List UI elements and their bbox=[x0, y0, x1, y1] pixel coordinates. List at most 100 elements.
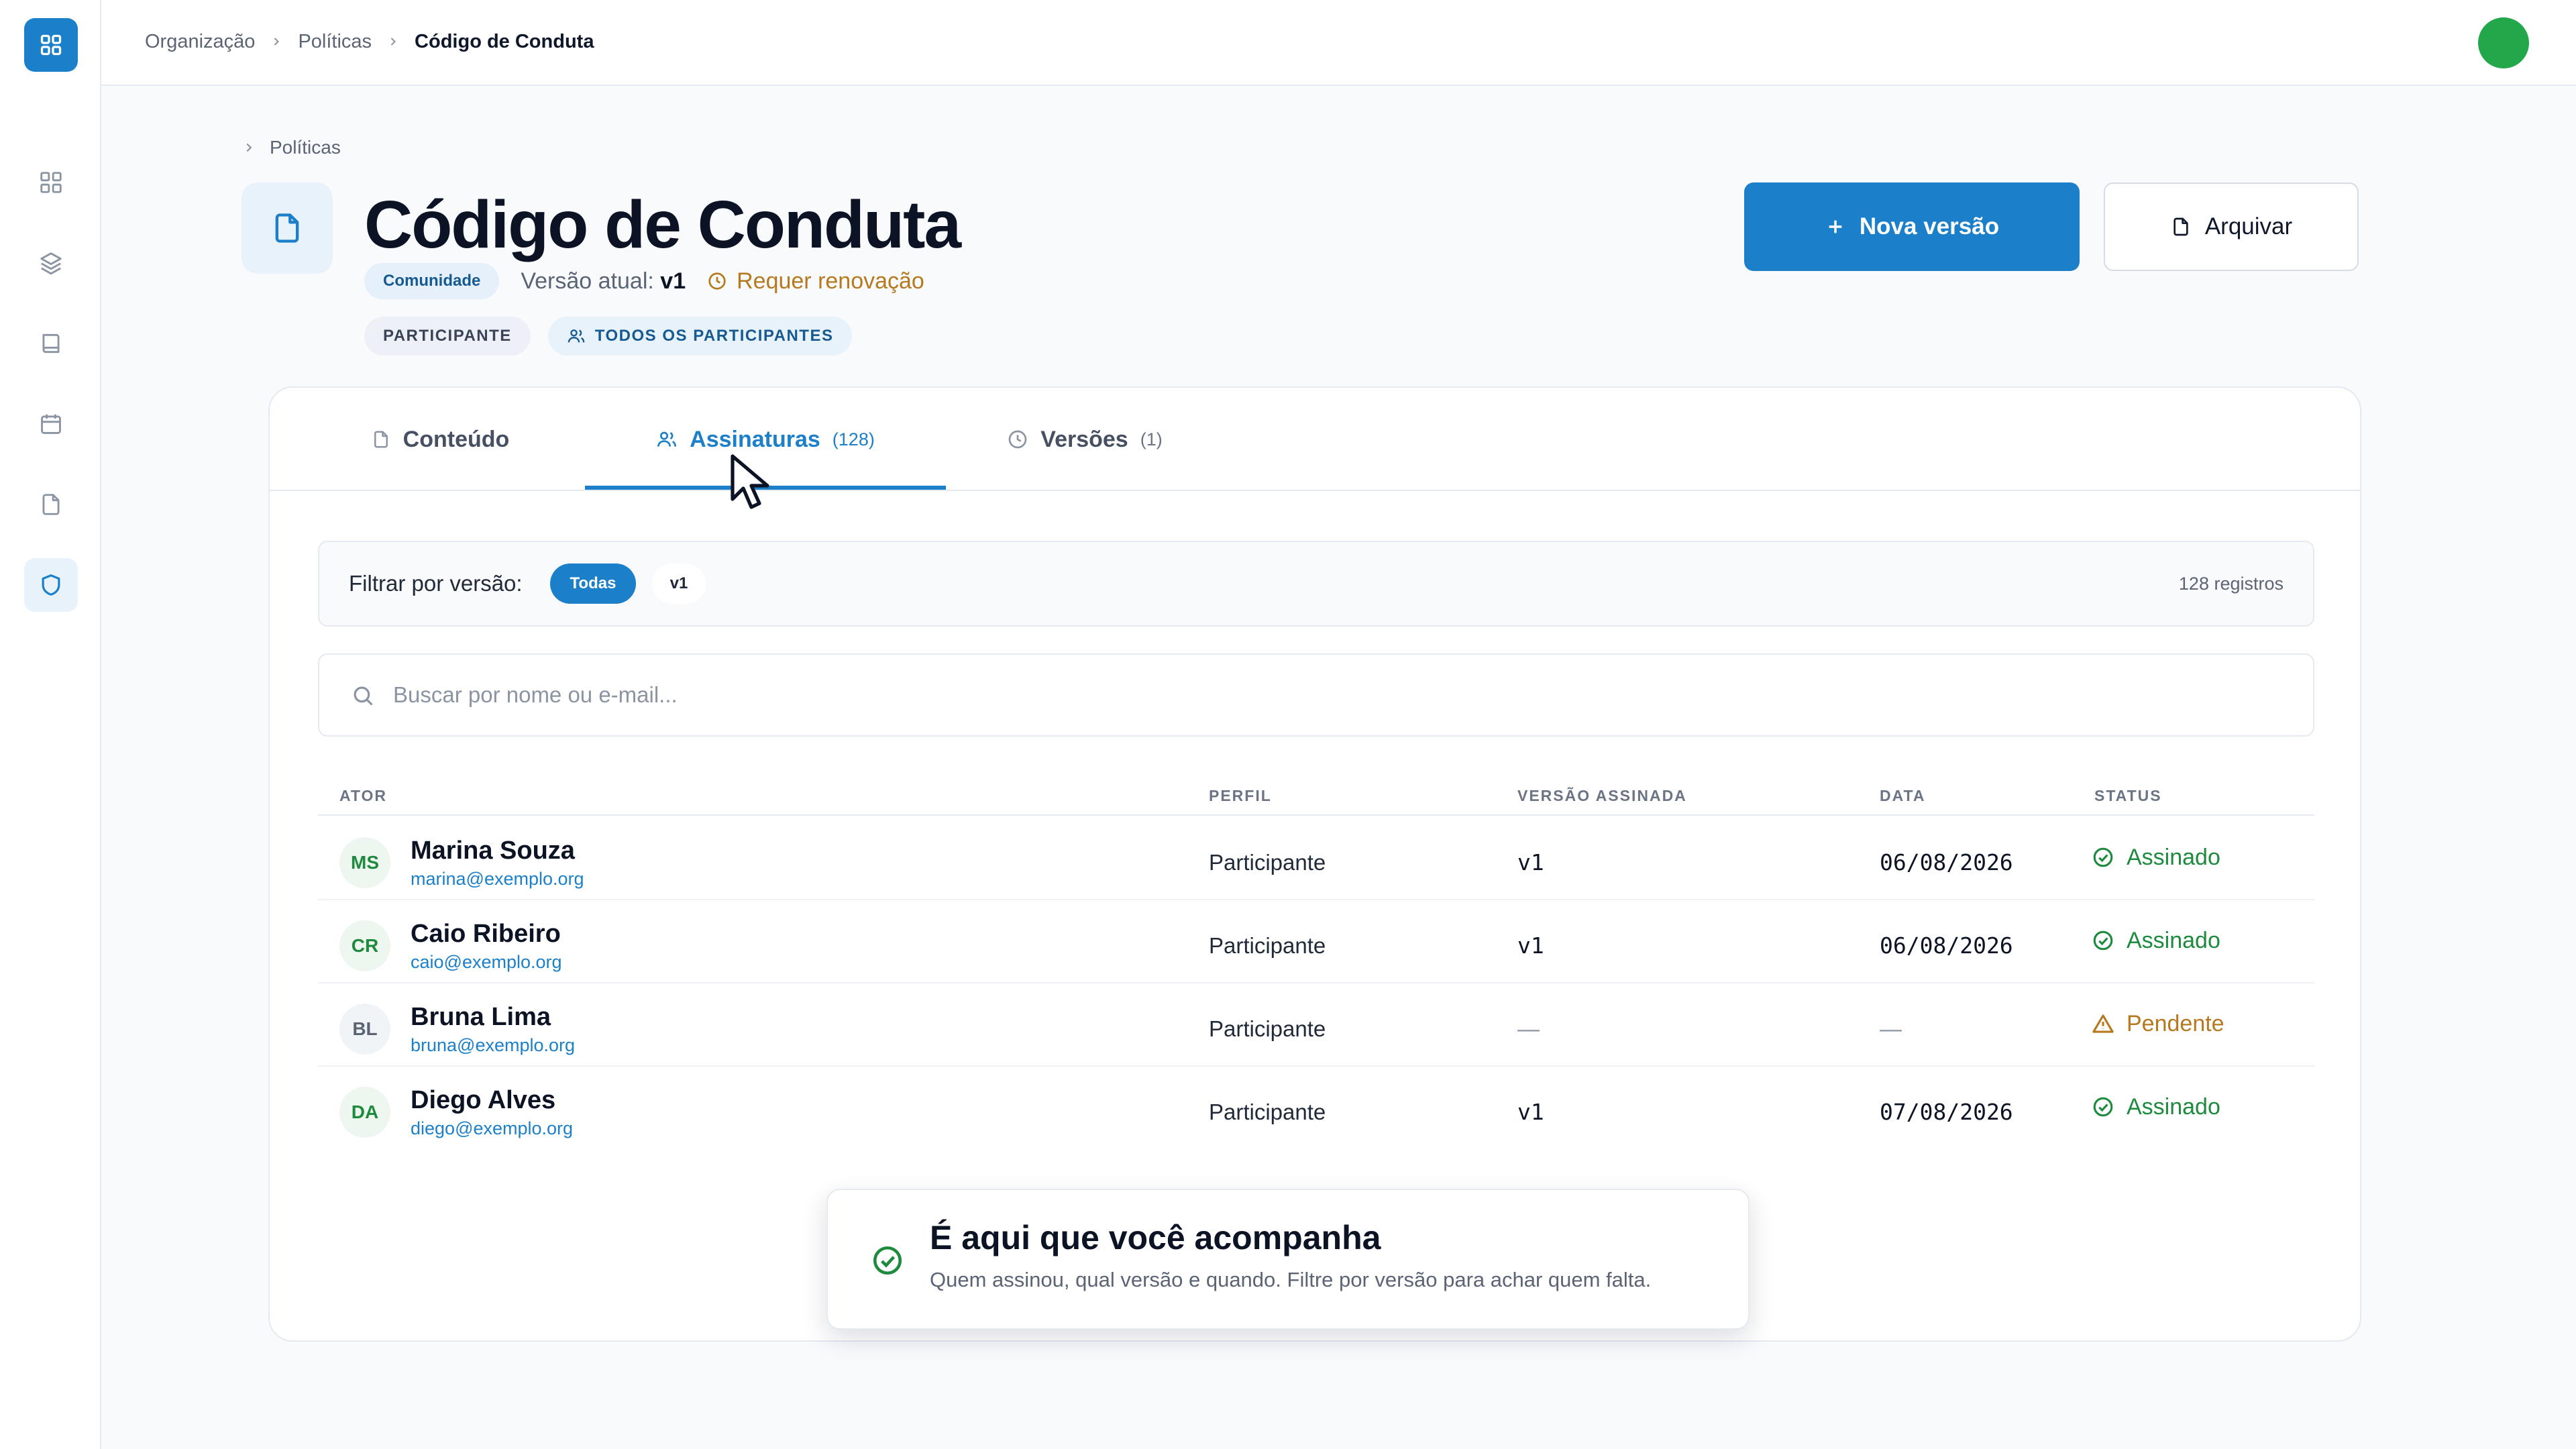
apps-grid-icon bbox=[40, 34, 62, 56]
back-breadcrumb-label: Políticas bbox=[270, 137, 341, 158]
users-icon bbox=[657, 431, 677, 447]
table-row[interactable]: MS Marina Souza marina@exemplo.org Parti… bbox=[318, 817, 2314, 900]
grid-icon bbox=[40, 172, 62, 193]
sidebar-item-layers[interactable] bbox=[24, 236, 78, 290]
app-launcher-button[interactable] bbox=[24, 18, 78, 72]
new-version-label: Nova versão bbox=[1859, 213, 2000, 239]
audience-tag-label: TODOS OS PARTICIPANTES bbox=[594, 327, 834, 345]
signed-date: 07/08/2026 bbox=[1880, 1099, 2013, 1125]
mouse-cursor-icon bbox=[731, 454, 769, 509]
signed-version: — bbox=[1517, 1016, 1540, 1041]
tab-signatures-count: (128) bbox=[832, 429, 875, 449]
sidebar-item-dashboard[interactable] bbox=[24, 156, 78, 209]
actor-email[interactable]: bruna@exemplo.org bbox=[411, 1034, 575, 1056]
toast-message: Quem assinou, qual versão e quando. Filt… bbox=[930, 1268, 1652, 1291]
check-circle-icon bbox=[2093, 930, 2113, 951]
filter-option-v1[interactable]: v1 bbox=[652, 564, 706, 604]
tab-signatures-label: Assinaturas bbox=[690, 426, 820, 452]
breadcrumb-organization[interactable]: Organização bbox=[145, 31, 255, 53]
tab-content[interactable]: Conteúdo bbox=[339, 388, 541, 491]
archive-button[interactable]: Arquivar bbox=[2104, 182, 2359, 271]
signed-date: 06/08/2026 bbox=[1880, 849, 2013, 875]
current-version-value: v1 bbox=[660, 268, 686, 294]
user-avatar[interactable] bbox=[2478, 17, 2529, 68]
plus-icon bbox=[1829, 220, 1842, 233]
document-icon bbox=[42, 494, 60, 515]
document-icon bbox=[374, 431, 388, 448]
community-chip: Comunidade bbox=[364, 263, 500, 299]
actor-email[interactable]: marina@exemplo.org bbox=[411, 868, 584, 890]
signed-date: — bbox=[1880, 1016, 1902, 1041]
signed-date: 06/08/2026 bbox=[1880, 932, 2013, 959]
actor-avatar: BL bbox=[339, 1004, 390, 1055]
new-version-button[interactable]: Nova versão bbox=[1744, 182, 2080, 271]
toast-title: É aqui que você acompanha bbox=[930, 1219, 1381, 1256]
status-label: Assinado bbox=[2127, 844, 2220, 870]
actor-avatar: CR bbox=[339, 920, 390, 971]
actor-profile: Participante bbox=[1209, 1016, 1326, 1041]
actor-name: Diego Alves bbox=[411, 1086, 556, 1114]
breadcrumb: Organização Políticas Código de Conduta bbox=[145, 0, 594, 83]
tab-content-label: Conteúdo bbox=[402, 426, 510, 452]
book-icon bbox=[42, 333, 60, 354]
signed-version: v1 bbox=[1517, 932, 1544, 959]
sidebar-item-documents[interactable] bbox=[24, 478, 78, 531]
actor-email[interactable]: caio@exemplo.org bbox=[411, 951, 562, 973]
back-breadcrumb[interactable]: Políticas bbox=[241, 134, 341, 161]
actor-profile: Participante bbox=[1209, 850, 1326, 875]
warning-triangle-icon bbox=[2092, 1014, 2114, 1033]
users-icon bbox=[568, 329, 585, 343]
search-box bbox=[318, 653, 2314, 737]
current-version-label: Versão atual: bbox=[521, 268, 654, 294]
breadcrumb-policies[interactable]: Políticas bbox=[298, 31, 372, 53]
status-badge: Assinado bbox=[2092, 836, 2220, 879]
breadcrumb-current: Código de Conduta bbox=[415, 30, 594, 52]
table-row[interactable]: DA Diego Alves diego@exemplo.org Partici… bbox=[318, 1067, 2314, 1150]
tab-versions-count: (1) bbox=[1140, 429, 1163, 449]
search-input[interactable] bbox=[393, 668, 2285, 722]
table-header: ATOR PERFIL VERSÃO ASSINADA DATA STATUS bbox=[318, 777, 2314, 816]
renewal-status-label: Requer renovação bbox=[737, 268, 924, 294]
clock-icon bbox=[1008, 430, 1027, 449]
shield-icon bbox=[42, 574, 60, 596]
chevron-right-icon bbox=[246, 143, 252, 152]
actor-avatar: DA bbox=[339, 1087, 390, 1138]
status-badge: Assinado bbox=[2092, 919, 2220, 962]
tab-versions-label: Versões bbox=[1040, 426, 1128, 452]
filter-option-all[interactable]: Todas bbox=[550, 564, 636, 604]
actor-name: Caio Ribeiro bbox=[411, 920, 561, 948]
column-header-signed-version: VERSÃO ASSINADA bbox=[1517, 787, 1687, 804]
tab-versions[interactable]: Versões (1) bbox=[981, 388, 1189, 491]
chevron-right-icon bbox=[270, 35, 283, 48]
document-icon bbox=[275, 213, 299, 243]
actor-profile: Participante bbox=[1209, 933, 1326, 958]
renewal-status: Requer renovação bbox=[707, 268, 924, 294]
archive-label: Arquivar bbox=[2204, 213, 2293, 239]
signed-version: v1 bbox=[1517, 1099, 1544, 1125]
audience-tags: PARTICIPANTE TODOS OS PARTICIPANTES bbox=[364, 317, 853, 356]
policy-document-tile bbox=[241, 182, 333, 274]
status-label: Assinado bbox=[2127, 1093, 2220, 1120]
sidebar bbox=[0, 0, 101, 1449]
onboarding-toast: É aqui que você acompanha Quem assinou, … bbox=[826, 1189, 1750, 1330]
layers-icon bbox=[40, 252, 62, 275]
sidebar-item-library[interactable] bbox=[24, 317, 78, 370]
search-icon bbox=[354, 686, 373, 706]
actor-name: Bruna Lima bbox=[411, 1003, 551, 1031]
column-header-status: STATUS bbox=[2094, 787, 2162, 804]
actor-avatar: MS bbox=[339, 837, 390, 888]
column-header-profile: PERFIL bbox=[1209, 787, 1272, 804]
tab-bar: Conteúdo Assinaturas (128) Versões (1) bbox=[270, 388, 2360, 491]
filter-label: Filtrar por versão: bbox=[349, 571, 523, 596]
actor-email[interactable]: diego@exemplo.org bbox=[411, 1118, 573, 1139]
policy-meta: Comunidade Versão atual: v1 Requer renov… bbox=[364, 263, 924, 299]
table-row[interactable]: CR Caio Ribeiro caio@exemplo.org Partici… bbox=[318, 900, 2314, 983]
signed-version: v1 bbox=[1517, 849, 1544, 875]
table-row[interactable]: BL Bruna Lima bruna@exemplo.org Particip… bbox=[318, 983, 2314, 1067]
check-circle-icon bbox=[2093, 847, 2113, 867]
sidebar-item-calendar[interactable] bbox=[24, 397, 78, 451]
column-header-date: DATA bbox=[1880, 787, 1926, 804]
column-header-actor: ATOR bbox=[339, 787, 388, 804]
sidebar-item-policies[interactable] bbox=[24, 558, 78, 612]
status-badge: Pendente bbox=[2092, 1002, 2224, 1045]
